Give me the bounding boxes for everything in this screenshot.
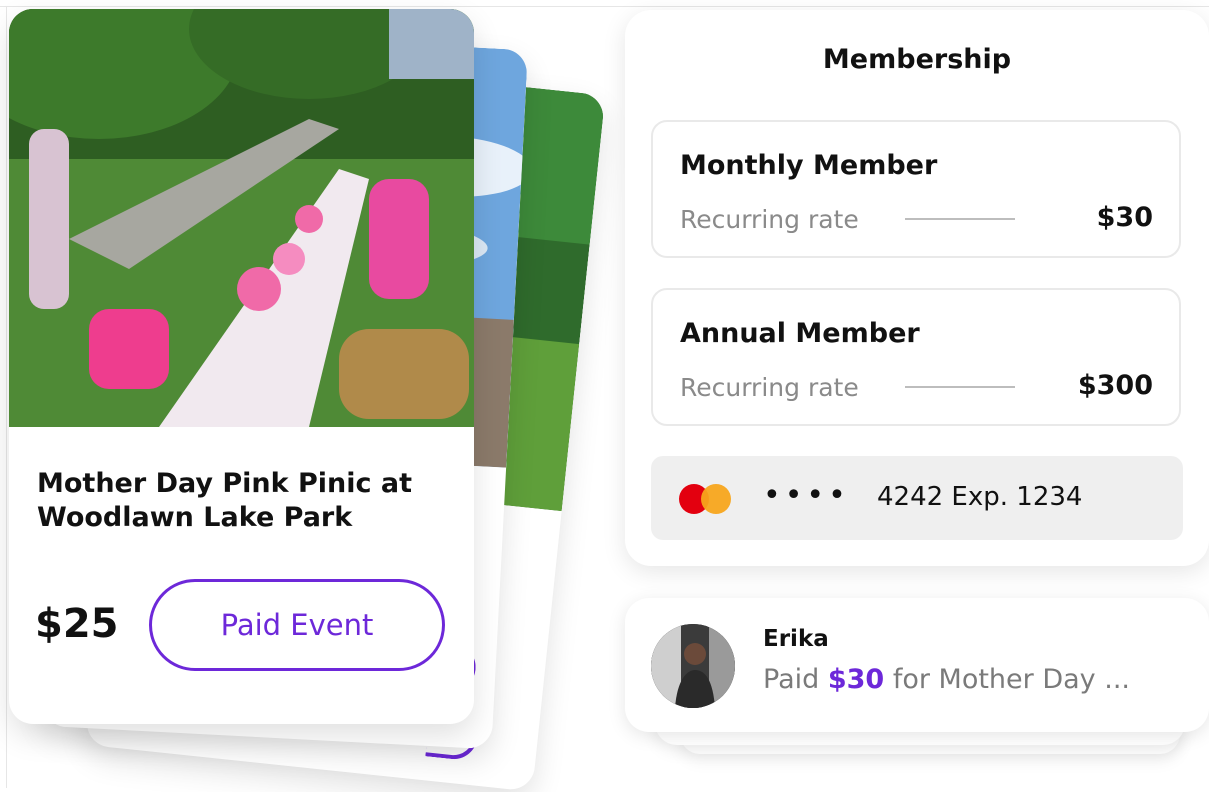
- activity-description: Paid $30 for Mother Day ...: [763, 664, 1130, 695]
- event-title: Mother Day Pink Pinic at Woodlawn Lake P…: [37, 468, 413, 533]
- event-photo: [9, 9, 474, 427]
- frame-border-top: [0, 6, 1209, 7]
- activity-amount: $30: [827, 664, 885, 695]
- plan-name: Monthly Member: [680, 150, 938, 181]
- card-masked-digits: ••••: [763, 478, 850, 513]
- frame-border-left: [6, 6, 7, 788]
- plan-price: $300: [1077, 370, 1153, 401]
- membership-title: Membership: [822, 44, 1012, 75]
- plan-rate-label: Recurring rate: [680, 373, 859, 402]
- payment-card-row[interactable]: •••• 4242 Exp. 1234: [651, 456, 1183, 540]
- payment-activity-card[interactable]: Erika Paid $30 for Mother Day ...: [625, 598, 1209, 732]
- event-price: $25: [35, 601, 119, 647]
- membership-panel: Membership Monthly Member Recurring rate…: [625, 10, 1209, 566]
- plan-option-monthly[interactable]: Monthly Member Recurring rate $30: [651, 120, 1181, 258]
- event-card[interactable]: Mother Day Pink Pinic at Woodlawn Lake P…: [9, 9, 474, 724]
- plan-rate-label: Recurring rate: [680, 205, 859, 234]
- card-details: 4242 Exp. 1234: [877, 482, 1083, 512]
- activity-suffix: for Mother Day ...: [892, 664, 1130, 695]
- plan-divider: [905, 218, 1015, 220]
- mastercard-icon: [679, 484, 733, 514]
- plan-option-annual[interactable]: Annual Member Recurring rate $300: [651, 288, 1181, 426]
- plan-price: $30: [1096, 202, 1153, 233]
- plan-name: Annual Member: [680, 318, 920, 349]
- paid-event-button[interactable]: Paid Event: [149, 579, 445, 671]
- plan-divider: [905, 386, 1015, 388]
- activity-user-name: Erika: [763, 626, 829, 652]
- activity-prefix: Paid: [763, 664, 820, 695]
- avatar: [651, 624, 735, 708]
